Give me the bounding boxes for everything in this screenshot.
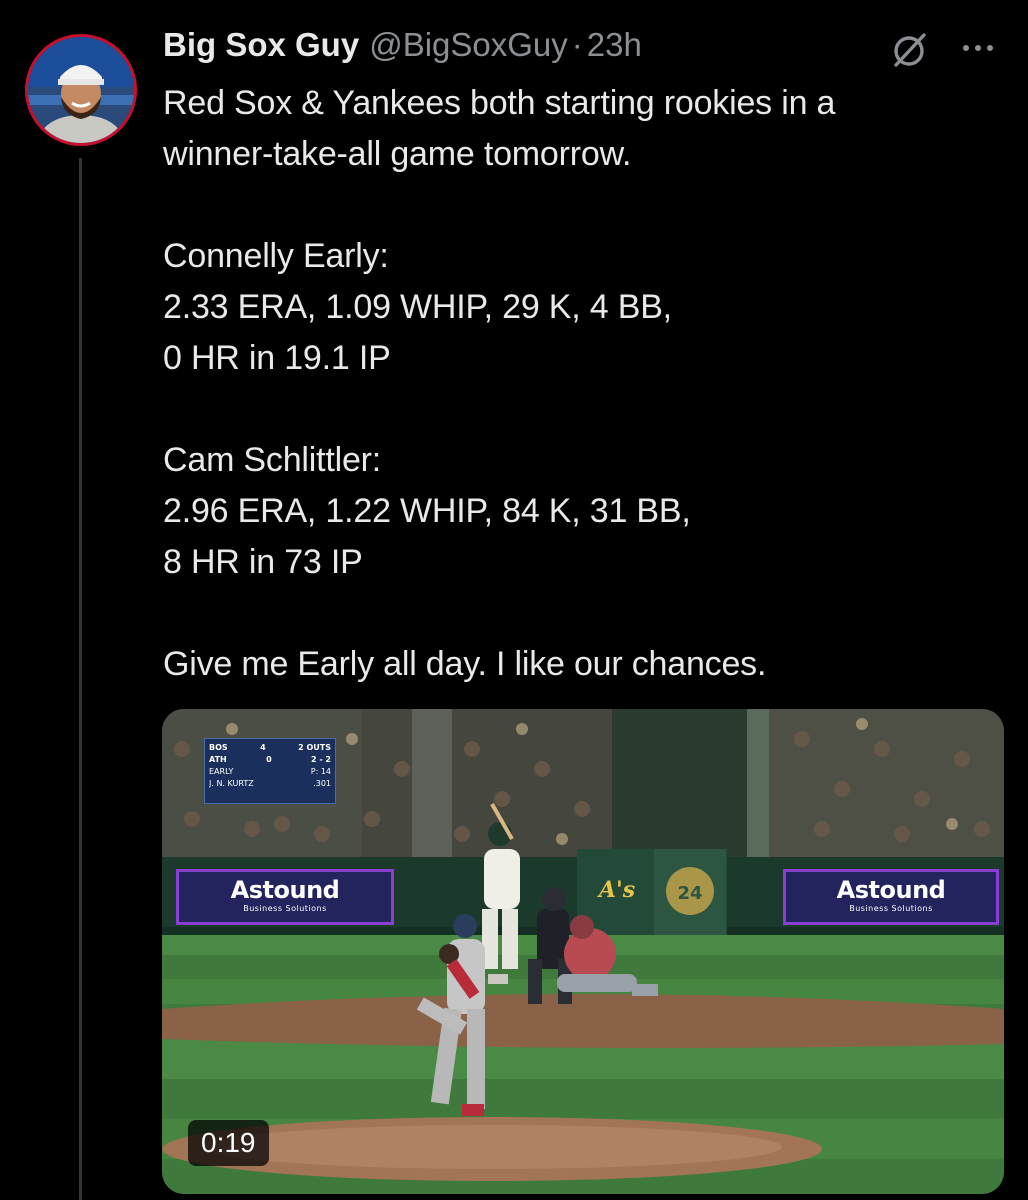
tweet-header: Big Sox Guy @BigSoxGuy · 23h bbox=[163, 26, 883, 82]
tweet-text-closing: Give me Early all day. I like our chance… bbox=[163, 645, 767, 683]
author-display-name[interactable]: Big Sox Guy bbox=[163, 26, 359, 64]
wall-logo: A's bbox=[597, 877, 635, 903]
scorebug-batter: J. N. KURTZ bbox=[209, 779, 254, 788]
ad-left-sub: Business Solutions bbox=[243, 904, 327, 913]
tweet-text-intro: Red Sox & Yankees both starting rookies … bbox=[163, 84, 836, 173]
scorebug-pitcher: EARLY bbox=[209, 767, 234, 776]
ad-right-brand: Astound bbox=[836, 876, 946, 904]
header-actions bbox=[890, 30, 1010, 70]
scorebug-score2: 0 bbox=[266, 755, 272, 764]
ad-board-left: Astound Business Solutions bbox=[176, 869, 394, 925]
scorebug-team1: BOS bbox=[209, 743, 228, 752]
scorebug-score1: 4 bbox=[260, 743, 266, 752]
avatar-photo bbox=[28, 37, 134, 143]
scorebug-count: 2 - 2 bbox=[310, 755, 331, 764]
more-options-icon[interactable] bbox=[958, 36, 998, 60]
author-handle[interactable]: @BigSoxGuy bbox=[369, 26, 568, 64]
scorebug-outs: 2 OUTS bbox=[298, 743, 331, 752]
thread-connector-line bbox=[79, 158, 82, 1200]
retired-number: 24 bbox=[677, 883, 702, 904]
video-player[interactable]: 24 A's BOS 4 2 OUTS ATH 0 2 - 2 EARLY P:… bbox=[162, 709, 1004, 1194]
ad-left-brand: Astound bbox=[230, 876, 340, 904]
scorebug-pitch-count: P: 14 bbox=[310, 767, 331, 776]
tweet-text-early-stats: Connelly Early: 2.33 ERA, 1.09 WHIP, 29 … bbox=[163, 237, 672, 377]
tweet-body: Red Sox & Yankees both starting rookies … bbox=[163, 78, 1003, 690]
tweet-timestamp[interactable]: 23h bbox=[587, 26, 642, 64]
ad-right-sub: Business Solutions bbox=[849, 904, 933, 913]
separator-dot: · bbox=[571, 26, 583, 63]
scorebug-team2: ATH bbox=[209, 755, 227, 764]
grok-slash-icon[interactable] bbox=[890, 30, 930, 70]
scorebug-avg: .301 bbox=[313, 779, 331, 788]
video-duration-badge: 0:19 bbox=[188, 1120, 269, 1166]
ad-board-right: Astound Business Solutions bbox=[783, 869, 999, 925]
avatar[interactable] bbox=[25, 34, 137, 146]
tweet-text-schlittler-stats: Cam Schlittler: 2.96 ERA, 1.22 WHIP, 84 … bbox=[163, 441, 691, 581]
scorebug: BOS 4 2 OUTS ATH 0 2 - 2 EARLY P: 14 J. … bbox=[204, 738, 336, 804]
